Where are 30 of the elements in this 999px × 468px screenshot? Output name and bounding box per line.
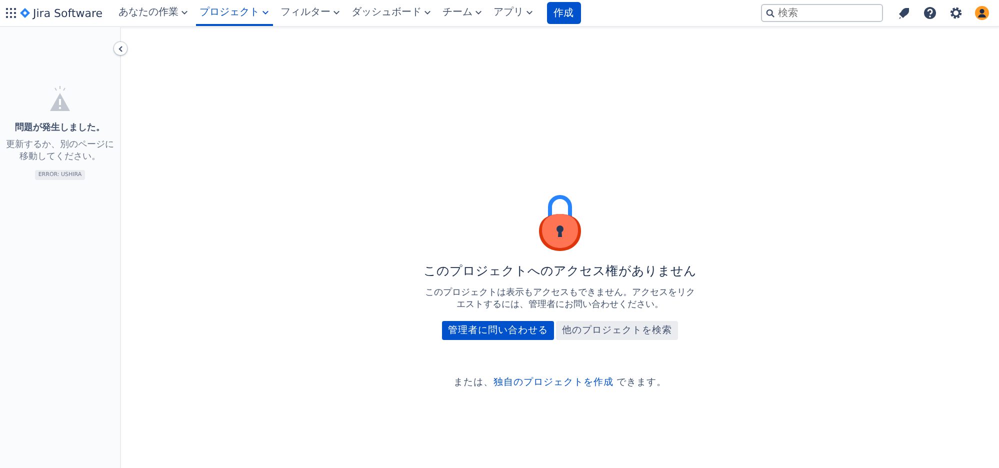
nav-menu-item[interactable]: プロジェクト bbox=[196, 0, 273, 26]
nav-menu-item[interactable]: アプリ bbox=[490, 0, 537, 26]
nav-menu-item[interactable]: フィルター bbox=[276, 0, 344, 26]
chevron-down-icon bbox=[424, 10, 431, 14]
access-message: このプロジェクトは表示もアクセスもできません。アクセスをリクエストするには、管理者にお問い合わせください。 bbox=[424, 288, 696, 312]
create-button[interactable]: 作成 bbox=[546, 2, 581, 24]
create-project-link[interactable]: 独自のプロジェクトを作成 bbox=[493, 377, 614, 388]
nav-menu-item[interactable]: ダッシュボード bbox=[348, 0, 435, 26]
search-icon bbox=[766, 9, 775, 18]
chevron-down-icon bbox=[526, 10, 533, 14]
chevron-down-icon bbox=[180, 10, 188, 14]
nav-menu-item[interactable]: チーム bbox=[438, 0, 486, 26]
error-title: 問題が発生しました。 bbox=[15, 121, 105, 134]
app-switcher-icon[interactable] bbox=[6, 8, 16, 18]
nav-menu-item[interactable]: あなたの作業 bbox=[114, 0, 192, 26]
chevron-down-icon bbox=[332, 10, 340, 14]
padlock-icon bbox=[537, 195, 583, 253]
product-name[interactable]: Jira Software bbox=[33, 6, 103, 20]
chevron-left-icon bbox=[118, 46, 123, 52]
search-field[interactable]: 検索 bbox=[761, 4, 883, 22]
warning-icon bbox=[48, 85, 72, 113]
create-project-note: または、独自のプロジェクトを作成 できます。 bbox=[453, 376, 667, 390]
search-projects-button[interactable]: 他のプロジェクトを検索 bbox=[556, 321, 678, 340]
contact-admin-button[interactable]: 管理者に問い合わせる bbox=[442, 321, 554, 340]
jira-logo-icon bbox=[20, 8, 30, 18]
error-message: 更新するか、別のページに移動してください。 bbox=[5, 140, 115, 164]
collapse-sidebar-button[interactable] bbox=[114, 42, 127, 55]
page-heading: このプロジェクトへのアクセス権がありません bbox=[424, 263, 696, 280]
chevron-down-icon bbox=[474, 10, 482, 14]
chevron-down-icon bbox=[262, 10, 269, 14]
